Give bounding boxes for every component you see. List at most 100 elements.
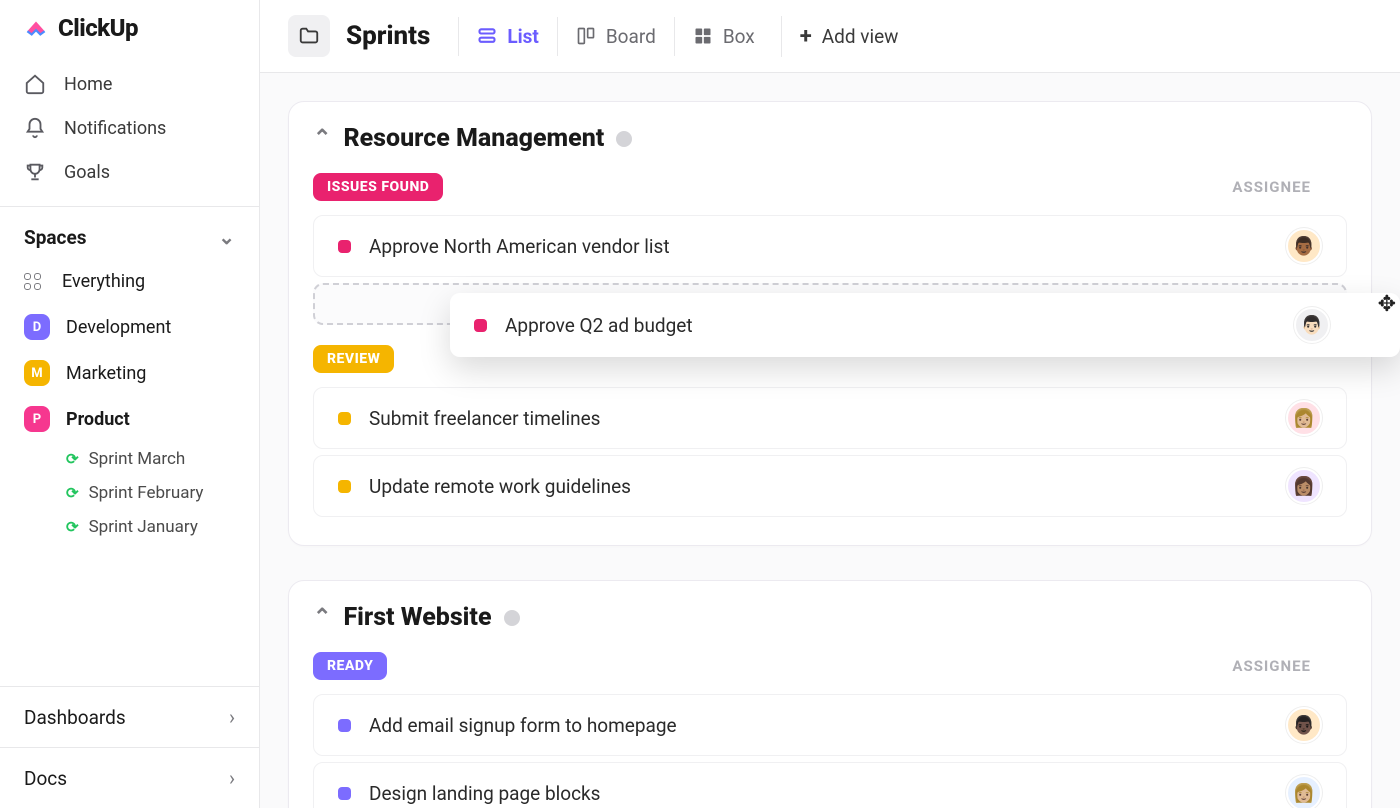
space-label: Marketing <box>66 363 146 384</box>
chevron-down-icon: ⌃ <box>313 126 331 151</box>
sprint-item[interactable]: ⟳ Sprint January <box>0 510 259 544</box>
list-icon <box>477 26 497 46</box>
task-title: Add email signup form to homepage <box>369 714 677 737</box>
content-area: ⌃ Resource Management ISSUES FOUND ASSIG… <box>260 73 1400 808</box>
task-title: Approve North American vendor list <box>369 235 670 258</box>
box-icon <box>693 26 713 46</box>
space-product[interactable]: P Product <box>0 396 259 442</box>
main-area: Sprints List Board Box + Add view ⌃ Resour… <box>260 0 1400 808</box>
everything-label: Everything <box>62 271 145 292</box>
trophy-icon <box>24 161 46 183</box>
sidebar: ClickUp HomeNotificationsGoals Spaces ⌄ … <box>0 0 260 808</box>
group-title: Resource Management <box>343 124 604 153</box>
sidebar-item-home[interactable]: Home <box>0 62 259 106</box>
spaces-header-label: Spaces <box>24 226 86 249</box>
task-title: Update remote work guidelines <box>369 475 631 498</box>
space-label: Product <box>66 409 130 430</box>
bell-icon <box>24 117 46 139</box>
folder-icon <box>288 15 330 57</box>
sprint-icon: ⟳ <box>66 518 79 536</box>
info-icon <box>616 131 632 147</box>
page-title: Sprints <box>346 21 430 51</box>
sprint-icon: ⟳ <box>66 450 79 468</box>
space-label: Development <box>66 317 171 338</box>
status-header: READY ASSIGNEE <box>289 636 1371 688</box>
avatar[interactable]: 👩🏽 <box>1286 468 1322 504</box>
view-tab-box[interactable]: Box <box>674 17 773 56</box>
topbar: Sprints List Board Box + Add view <box>260 0 1400 73</box>
view-tab-list[interactable]: List <box>458 17 557 56</box>
status-pill[interactable]: REVIEW <box>313 345 394 373</box>
chevron-down-icon: ⌃ <box>313 605 331 630</box>
space-badge: M <box>24 360 50 386</box>
clickup-logo-icon <box>22 14 50 42</box>
status-pill[interactable]: READY <box>313 652 387 680</box>
avatar[interactable]: 👨🏾 <box>1286 228 1322 264</box>
plus-icon: + <box>800 24 812 49</box>
chevron-down-icon: ⌄ <box>218 225 235 249</box>
task-title: Design landing page blocks <box>369 782 600 805</box>
view-tab-label: Box <box>723 25 755 48</box>
sprint-item[interactable]: ⟳ Sprint March <box>0 442 259 476</box>
assignee-column-label: ASSIGNEE <box>1232 178 1311 196</box>
task-row[interactable]: Update remote work guidelines 👩🏽 <box>313 455 1347 517</box>
task-group: ⌃ First Website READY ASSIGNEE Add email… <box>288 580 1372 808</box>
spaces-header[interactable]: Spaces ⌄ <box>0 207 259 259</box>
view-tab-label: List <box>507 25 539 48</box>
grid-icon <box>24 273 46 290</box>
status-header: ISSUES FOUND ASSIGNEE <box>289 157 1371 209</box>
space-badge: D <box>24 314 50 340</box>
move-cursor-icon: ✥ <box>1378 292 1396 317</box>
status-dot <box>338 412 351 425</box>
status-dot <box>338 240 351 253</box>
avatar[interactable]: 👨🏻 <box>1294 307 1330 343</box>
avatar[interactable]: 👨🏿 <box>1286 707 1322 743</box>
task-title: Submit freelancer timelines <box>369 407 600 430</box>
task-row[interactable]: Approve North American vendor list 👨🏾 <box>313 215 1347 277</box>
sidebar-docs[interactable]: Docs › <box>0 747 259 808</box>
board-icon <box>576 26 596 46</box>
group-header[interactable]: ⌃ Resource Management <box>289 124 1371 157</box>
add-view-label: Add view <box>822 25 899 48</box>
space-marketing[interactable]: M Marketing <box>0 350 259 396</box>
avatar[interactable]: 👩🏼 <box>1286 400 1322 436</box>
dragging-task[interactable]: Approve Q2 ad budget 👨🏻 <box>450 293 1400 357</box>
brand-name: ClickUp <box>58 14 138 42</box>
status-dot <box>474 319 487 332</box>
add-view-button[interactable]: + Add view <box>781 16 917 57</box>
group-title: First Website <box>343 603 491 632</box>
sprint-item[interactable]: ⟳ Sprint February <box>0 476 259 510</box>
nav-label: Goals <box>64 162 110 183</box>
task-row[interactable]: Design landing page blocks 👩🏼 <box>313 762 1347 808</box>
sprint-icon: ⟳ <box>66 484 79 502</box>
avatar[interactable]: 👩🏼 <box>1286 775 1322 808</box>
sidebar-item-goals[interactable]: Goals <box>0 150 259 194</box>
space-badge: P <box>24 406 50 432</box>
brand-logo: ClickUp <box>0 14 259 60</box>
task-row[interactable]: Add email signup form to homepage 👨🏿 <box>313 694 1347 756</box>
nav-label: Home <box>64 74 112 95</box>
space-development[interactable]: D Development <box>0 304 259 350</box>
sprint-label: Sprint January <box>89 517 198 537</box>
info-icon <box>504 610 520 626</box>
view-tab-board[interactable]: Board <box>557 17 674 56</box>
chevron-right-icon: › <box>229 766 235 790</box>
home-icon <box>24 73 46 95</box>
sidebar-dashboards[interactable]: Dashboards › <box>0 686 259 747</box>
sidebar-item-notifications[interactable]: Notifications <box>0 106 259 150</box>
footer-label: Docs <box>24 767 67 790</box>
sprint-label: Sprint February <box>89 483 204 503</box>
chevron-right-icon: › <box>229 705 235 729</box>
view-tab-label: Board <box>606 25 656 48</box>
status-dot <box>338 719 351 732</box>
group-header[interactable]: ⌃ First Website <box>289 603 1371 636</box>
sprint-label: Sprint March <box>89 449 186 469</box>
footer-label: Dashboards <box>24 706 126 729</box>
status-dot <box>338 480 351 493</box>
assignee-column-label: ASSIGNEE <box>1232 657 1311 675</box>
task-title: Approve Q2 ad budget <box>505 314 693 337</box>
status-pill[interactable]: ISSUES FOUND <box>313 173 443 201</box>
status-dot <box>338 787 351 800</box>
sidebar-item-everything[interactable]: Everything <box>0 259 259 304</box>
task-row[interactable]: Submit freelancer timelines 👩🏼 <box>313 387 1347 449</box>
